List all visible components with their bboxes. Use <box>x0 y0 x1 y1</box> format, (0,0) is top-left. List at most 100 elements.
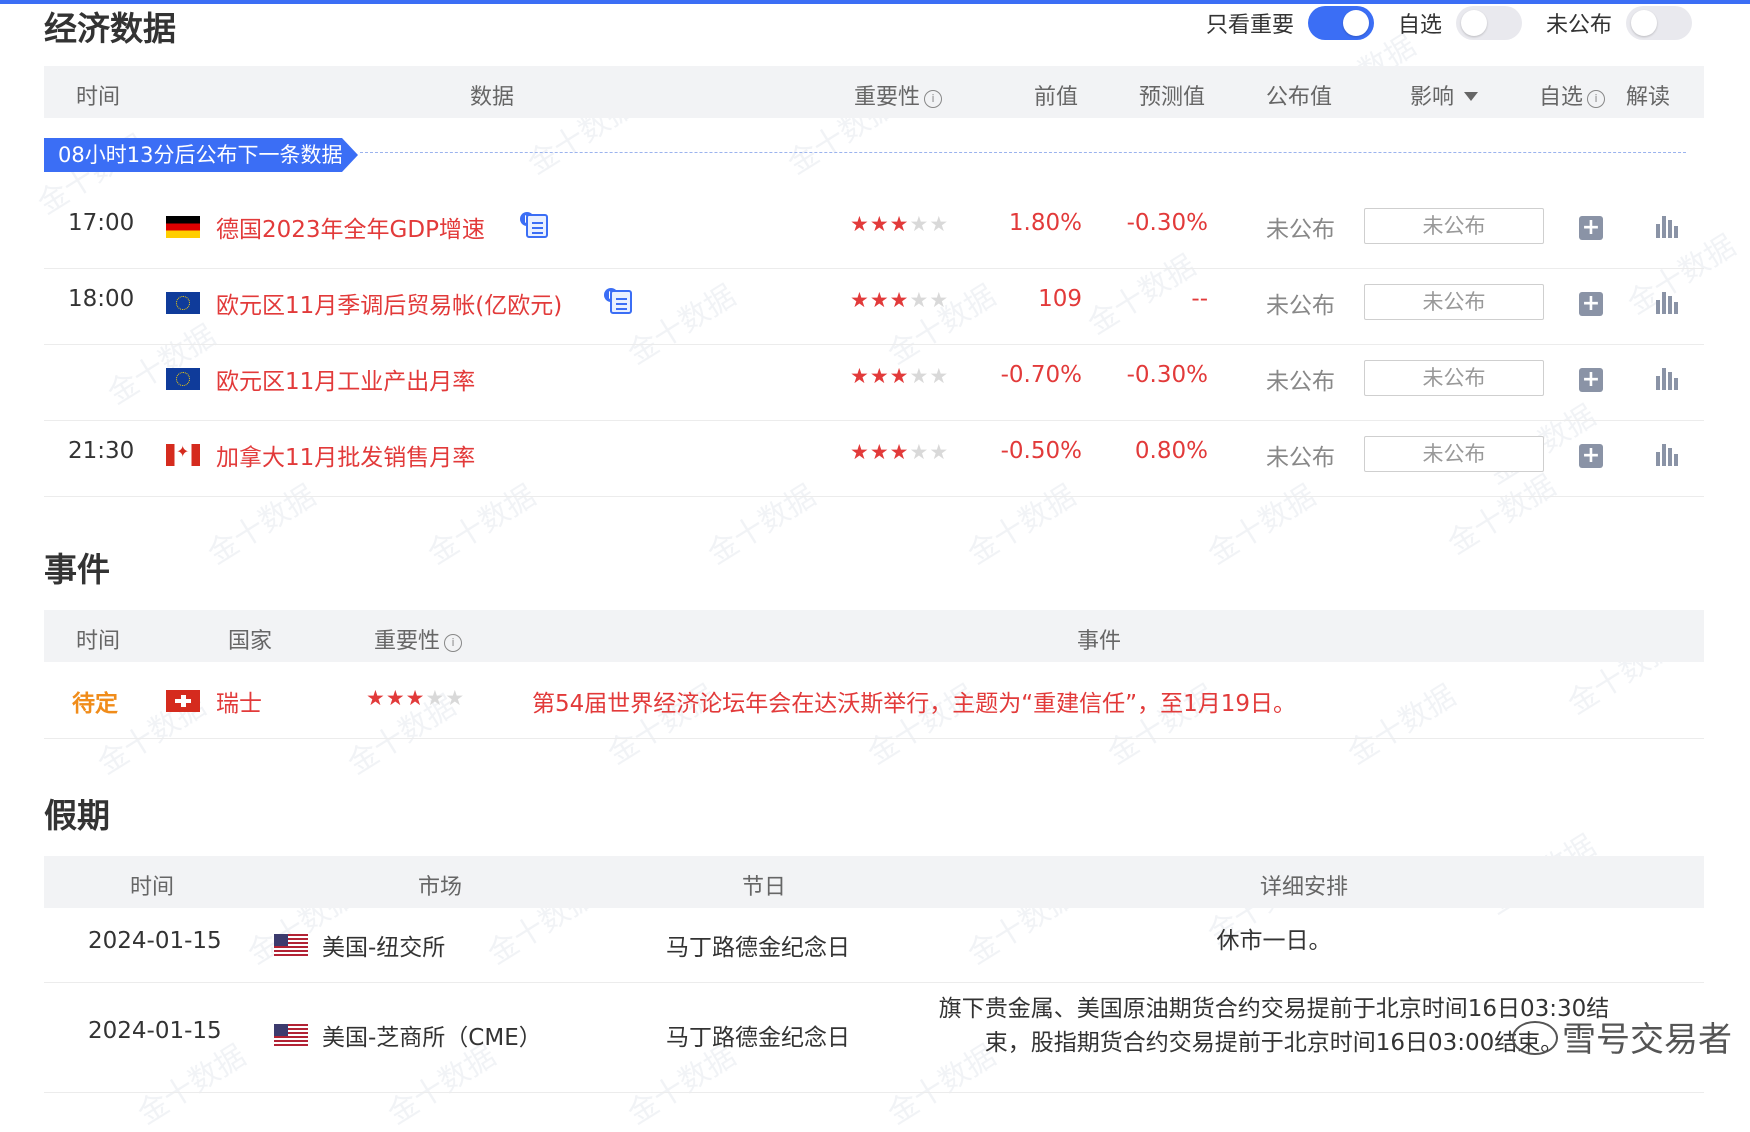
indicator-name[interactable]: 欧元区11月季调后贸易帐(亿欧元) <box>216 286 562 320</box>
star-icon: ★ <box>889 212 910 236</box>
holiday-name: 马丁路德金纪念日 <box>666 1025 850 1051</box>
col-data: 数据 <box>470 85 515 110</box>
filter-unpublished-toggle[interactable] <box>1626 6 1692 40</box>
impact-box: 未公布 <box>1364 436 1544 472</box>
event-row[interactable]: 待定 瑞士 ★★★★★ 第54届世界经济论坛年会在达沃斯举行，主题为“重建信任”，至1… <box>44 662 1704 739</box>
star-icon: ★ <box>909 212 930 236</box>
star-icon: ★ <box>909 440 930 464</box>
star-icon: ★ <box>929 440 950 464</box>
holidays-table-header: 时间 市场 节日 详细安排 <box>44 856 1704 908</box>
star-icon: ★ <box>850 212 870 236</box>
flag-de-icon <box>166 216 200 238</box>
econ-row[interactable]: 欧元区11月工业产出月率 ★★★★★ -0.70% -0.30% 未公布 未公布 + <box>44 344 1704 421</box>
star-icon: ★ <box>425 686 446 710</box>
col-interpret: 解读 <box>1626 85 1671 110</box>
filter-unpublished-label: 未公布 <box>1545 13 1612 38</box>
econ-row[interactable]: 21:30加拿大11月批发销售月率★★★★★-0.50%0.80%未公布未公布+ <box>44 420 1704 497</box>
col-importance: 重要性 i <box>374 623 463 655</box>
econ-row[interactable]: 17:00 德国2023年全年GDP增速 ★★★★★ 1.80% -0.30% 未公布 未公… <box>44 192 1704 269</box>
add-watchlist-button[interactable]: + <box>1579 444 1603 468</box>
col-watch-label: 自选 <box>1539 85 1584 110</box>
release-time: 21:30 <box>68 438 135 464</box>
top-accent-bar <box>0 0 1750 4</box>
star-icon: ★ <box>929 364 950 388</box>
bar-chart-icon[interactable] <box>1654 442 1678 466</box>
col-detail: 详细安排 <box>1260 875 1349 900</box>
col-importance-label: 重要性 <box>374 629 441 654</box>
col-date: 时间 <box>130 875 175 900</box>
star-icon: ★ <box>909 288 930 312</box>
star-icon: ★ <box>869 212 890 236</box>
star-icon: ★ <box>869 440 890 464</box>
col-prev: 前值 <box>1034 85 1079 110</box>
prev-value: -0.50% <box>1000 438 1082 464</box>
holiday-row: 2024-01-15 美国-纽交所 马丁路德金纪念日 休市一日。 <box>44 908 1704 983</box>
signature-watermark: 雪号交易者 <box>1512 1012 1732 1061</box>
info-icon[interactable]: i <box>444 634 463 652</box>
signature-text: 雪号交易者 <box>1562 1020 1732 1060</box>
indicator-name[interactable]: 德国2023年全年GDP增速 <box>216 210 485 244</box>
importance-stars: ★★★★★ <box>850 288 949 312</box>
info-icon[interactable]: i <box>924 90 943 108</box>
report-doc-icon[interactable] <box>520 212 548 238</box>
flag-eu-icon <box>166 292 200 314</box>
prev-value: 109 <box>1038 286 1082 312</box>
flag-ca-icon <box>166 444 200 466</box>
econ-section-title: 经济数据 <box>44 9 176 48</box>
star-icon: ★ <box>850 288 870 312</box>
econ-row[interactable]: 18:00 欧元区11月季调后贸易帐(亿欧元) ★★★★★ 109 -- 未公布 未公布 + <box>44 268 1704 345</box>
filter-important-toggle[interactable] <box>1307 6 1374 40</box>
col-importance: 重要性 i <box>854 79 943 111</box>
importance-stars: ★★★★★ <box>366 686 465 710</box>
forecast-value: 0.80% <box>1134 438 1208 464</box>
holiday-date: 2024-01-15 <box>88 1018 222 1044</box>
col-impact-label: 影响 <box>1410 85 1455 110</box>
actual-value: 未公布 <box>1266 217 1335 243</box>
col-event: 事件 <box>1077 629 1122 654</box>
forecast-value: -0.30% <box>1126 362 1208 388</box>
add-watchlist-button[interactable]: + <box>1579 368 1603 392</box>
bar-chart-icon[interactable] <box>1654 366 1678 390</box>
importance-stars: ★★★★★ <box>850 364 949 388</box>
star-icon: ★ <box>366 686 386 710</box>
holiday-detail-line: 休市一日。 <box>1216 928 1332 954</box>
flag-us-icon <box>274 1024 308 1046</box>
bar-chart-icon[interactable] <box>1654 290 1678 314</box>
event-country: 瑞士 <box>216 691 262 717</box>
info-icon[interactable]: i <box>1587 90 1606 108</box>
add-watchlist-button[interactable]: + <box>1579 216 1603 240</box>
col-time: 时间 <box>76 629 121 654</box>
impact-box: 未公布 <box>1364 208 1544 244</box>
dropdown-arrow-icon <box>1464 92 1479 101</box>
star-icon: ★ <box>929 288 950 312</box>
bar-chart-icon[interactable] <box>1654 214 1678 238</box>
holiday-detail: 休市一日。 <box>914 924 1634 958</box>
holidays-section-title: 假期 <box>44 796 110 835</box>
star-icon: ★ <box>385 686 406 710</box>
filter-watchlist-toggle[interactable] <box>1455 6 1522 40</box>
col-importance-label: 重要性 <box>854 85 921 110</box>
importance-stars: ★★★★★ <box>850 440 949 464</box>
events-table-header: 时间 国家 重要性 i 事件 <box>44 610 1704 662</box>
forecast-value: -- <box>1191 286 1208 312</box>
col-forecast: 预测值 <box>1139 85 1206 110</box>
star-icon: ★ <box>445 686 466 710</box>
importance-stars: ★★★★★ <box>850 212 949 236</box>
star-icon: ★ <box>405 686 426 710</box>
impact-box: 未公布 <box>1364 360 1544 396</box>
econ-filters: 只看重要 自选 未公布 <box>1206 6 1702 40</box>
col-time: 时间 <box>76 85 121 110</box>
actual-value: 未公布 <box>1266 369 1335 395</box>
indicator-name[interactable]: 加拿大11月批发销售月率 <box>216 438 475 472</box>
flag-eu-icon <box>166 368 200 390</box>
add-watchlist-button[interactable]: + <box>1579 292 1603 316</box>
event-time: 待定 <box>72 691 118 717</box>
banner-divider <box>360 152 1686 153</box>
report-doc-icon[interactable] <box>604 288 632 314</box>
prev-value: -0.70% <box>1000 362 1082 388</box>
holiday-name: 马丁路德金纪念日 <box>666 935 850 961</box>
indicator-name[interactable]: 欧元区11月工业产出月率 <box>216 362 475 396</box>
next-release-banner: 08小时13分后公布下一条数据 <box>44 138 358 172</box>
col-impact[interactable]: 影响 <box>1410 79 1479 111</box>
event-description[interactable]: 第54届世界经济论坛年会在达沃斯举行，主题为“重建信任”，至1月19日。 <box>532 684 1296 718</box>
